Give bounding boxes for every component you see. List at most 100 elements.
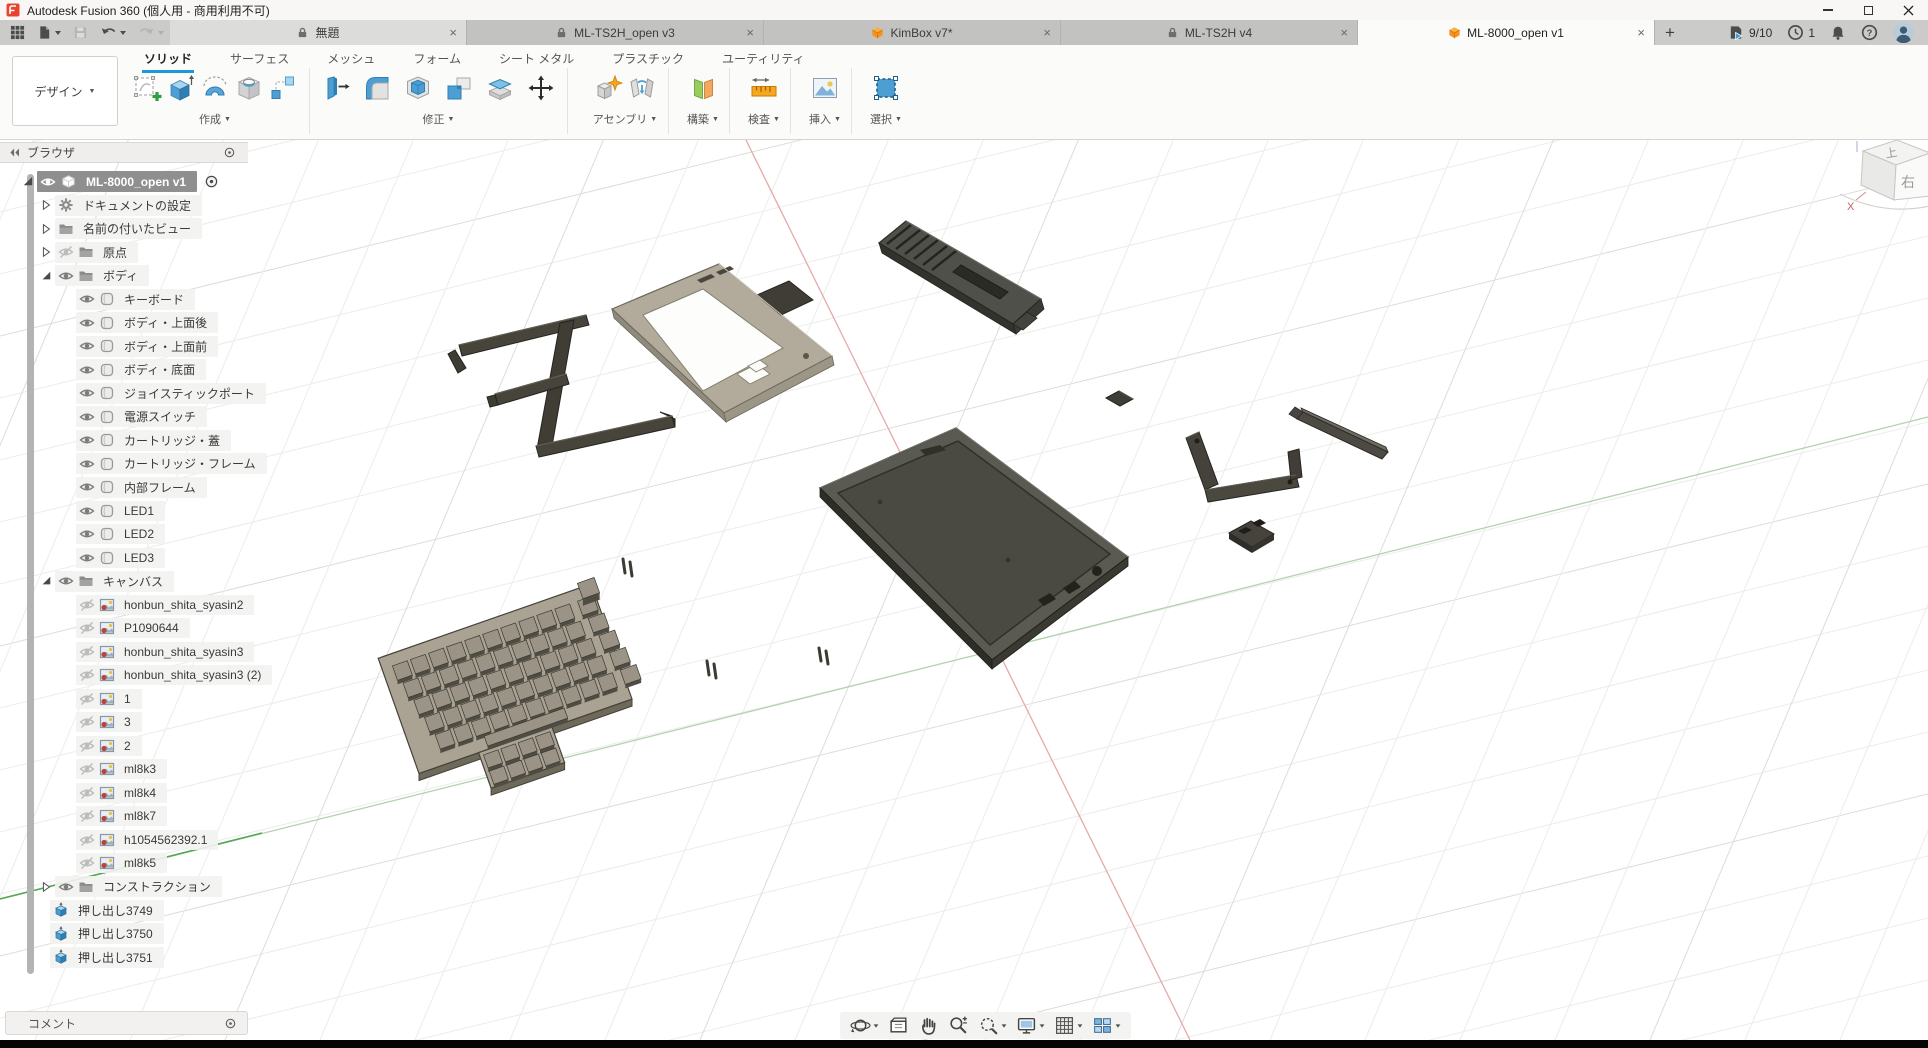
tree-item[interactable]: 内部フレーム	[76, 476, 300, 500]
save-button[interactable]	[73, 25, 88, 40]
tree-item[interactable]: ボディ・上面後	[76, 311, 300, 335]
tree-item[interactable]: 原点	[38, 241, 300, 265]
insert-canvas-button[interactable]	[808, 68, 842, 108]
doc-tab-kimbox-v7[interactable]: KimBox v7* ×	[764, 20, 1061, 45]
activate-component-icon[interactable]	[204, 174, 219, 189]
file-menu-button[interactable]	[37, 25, 61, 40]
viewcube[interactable]: 上 右 Z X	[1840, 136, 1928, 213]
tree-item[interactable]: honbun_shita_syasin3	[76, 640, 300, 664]
tab-close-button[interactable]: ×	[449, 26, 457, 39]
doc-tab-ml-8000-open-v1[interactable]: ML-8000_open v1 ×	[1358, 20, 1655, 45]
visibility-eye-icon[interactable]	[79, 738, 95, 754]
model-keyboard[interactable]	[378, 578, 641, 796]
job-status-button[interactable]: 9/10	[1728, 24, 1772, 41]
tree-item[interactable]: ボディ	[38, 264, 300, 288]
move-button[interactable]	[524, 68, 558, 108]
visibility-eye-icon[interactable]	[79, 362, 95, 378]
visibility-eye-icon[interactable]	[79, 409, 95, 425]
visibility-eye-icon[interactable]	[79, 526, 95, 542]
panel-target-icon[interactable]	[223, 146, 236, 159]
expand-arrow-icon[interactable]	[38, 245, 53, 260]
visibility-eye-icon[interactable]	[79, 832, 95, 848]
shell-button[interactable]	[401, 68, 435, 108]
display-settings-button[interactable]	[1016, 1015, 1045, 1036]
close-button[interactable]	[1888, 0, 1928, 20]
tree-item[interactable]: honbun_shita_syasin3 (2)	[76, 664, 300, 688]
visibility-eye-icon[interactable]	[79, 667, 95, 683]
visibility-eye-icon[interactable]	[79, 761, 95, 777]
group-label-create[interactable]: 作成▼	[199, 111, 231, 127]
doc-tab-ml-ts2h-v4[interactable]: ML-TS2H v4 ×	[1061, 20, 1358, 45]
offset-face-button[interactable]	[483, 68, 517, 108]
workspace-selector[interactable]: デザイン ▼	[12, 56, 118, 126]
minimize-button[interactable]	[1808, 0, 1848, 20]
app-grid-menu-button[interactable]	[10, 25, 25, 40]
visibility-eye-icon[interactable]	[79, 291, 95, 307]
redo-button[interactable]	[138, 25, 164, 40]
tree-item[interactable]: 3	[76, 711, 300, 735]
tree-item[interactable]: 2	[76, 734, 300, 758]
help-button[interactable]: ?	[1861, 24, 1878, 41]
comment-target-icon[interactable]	[224, 1017, 237, 1030]
maximize-button[interactable]	[1848, 0, 1888, 20]
visibility-eye-icon[interactable]	[79, 714, 95, 730]
model-chip[interactable]	[1106, 391, 1133, 406]
pattern-button[interactable]	[266, 68, 300, 108]
revolve-button[interactable]	[198, 68, 232, 108]
tree-item[interactable]: ボディ・底面	[76, 358, 300, 382]
measure-button[interactable]	[747, 68, 781, 108]
tree-item[interactable]: ml8k5	[76, 852, 300, 876]
pan-button[interactable]	[918, 1015, 939, 1036]
tree-item[interactable]: 電源スイッチ	[76, 405, 300, 429]
doc-tab-untitled[interactable]: 無題 ×	[170, 20, 467, 45]
group-label-construct[interactable]: 構築▼	[687, 111, 719, 127]
model-cartridge-lid[interactable]	[879, 221, 1044, 334]
select-button[interactable]	[869, 68, 903, 108]
tree-item[interactable]: LED1	[76, 499, 300, 523]
tree-item-root[interactable]: ML-8000_open v1	[20, 170, 300, 194]
doc-tab-ml-ts2h-open-v3[interactable]: ML-TS2H_open v3 ×	[467, 20, 764, 45]
visibility-eye-icon[interactable]	[79, 644, 95, 660]
hole-button[interactable]	[232, 68, 266, 108]
grid-settings-button[interactable]	[1054, 1015, 1083, 1036]
tree-item[interactable]: カートリッジ・フレーム	[76, 452, 300, 476]
model-connector[interactable]	[1229, 519, 1274, 553]
model-screws[interactable]	[623, 559, 828, 678]
visibility-eye-icon[interactable]	[79, 785, 95, 801]
visibility-eye-icon[interactable]	[79, 456, 95, 472]
undo-button[interactable]	[100, 25, 126, 40]
visibility-eye-icon[interactable]	[79, 550, 95, 566]
tree-item[interactable]: ボディ・上面前	[76, 335, 300, 359]
group-label-select[interactable]: 選択▼	[870, 111, 902, 127]
tree-item[interactable]: LED2	[76, 523, 300, 547]
visibility-eye-icon[interactable]	[79, 479, 95, 495]
tab-close-button[interactable]: ×	[746, 26, 754, 39]
visibility-eye-icon[interactable]	[79, 503, 95, 519]
group-label-assemble[interactable]: アセンブリ▼	[593, 111, 657, 127]
viewports-button[interactable]	[1092, 1015, 1121, 1036]
zoom-button[interactable]	[948, 1015, 969, 1036]
press-pull-button[interactable]	[319, 68, 353, 108]
visibility-eye-icon[interactable]	[79, 620, 95, 636]
tree-item[interactable]: 1	[76, 687, 300, 711]
tree-item[interactable]: LED3	[76, 546, 300, 570]
tree-item[interactable]: キーボード	[76, 288, 300, 312]
tree-item[interactable]: honbun_shita_syasin2	[76, 593, 300, 617]
tree-item[interactable]: ml8k7	[76, 805, 300, 829]
tab-close-button[interactable]: ×	[1340, 26, 1348, 39]
fit-button[interactable]	[978, 1015, 1007, 1036]
new-tab-button[interactable]: +	[1655, 20, 1685, 45]
comment-bar[interactable]: コメント	[5, 1011, 248, 1035]
pending-actions-button[interactable]: 1	[1787, 24, 1815, 41]
new-component-button[interactable]	[591, 68, 625, 108]
notifications-button[interactable]	[1830, 25, 1846, 41]
model-bottom-case[interactable]	[820, 428, 1128, 669]
visibility-eye-icon[interactable]	[79, 432, 95, 448]
group-label-insert[interactable]: 挿入▼	[809, 111, 841, 127]
visibility-eye-icon[interactable]	[58, 573, 74, 589]
expand-arrow-icon[interactable]	[38, 221, 53, 236]
joint-button[interactable]	[625, 68, 659, 108]
construction-plane-button[interactable]	[686, 68, 720, 108]
expand-arrow-icon[interactable]	[38, 879, 53, 894]
tree-item[interactable]: 押し出し3750	[50, 922, 300, 946]
